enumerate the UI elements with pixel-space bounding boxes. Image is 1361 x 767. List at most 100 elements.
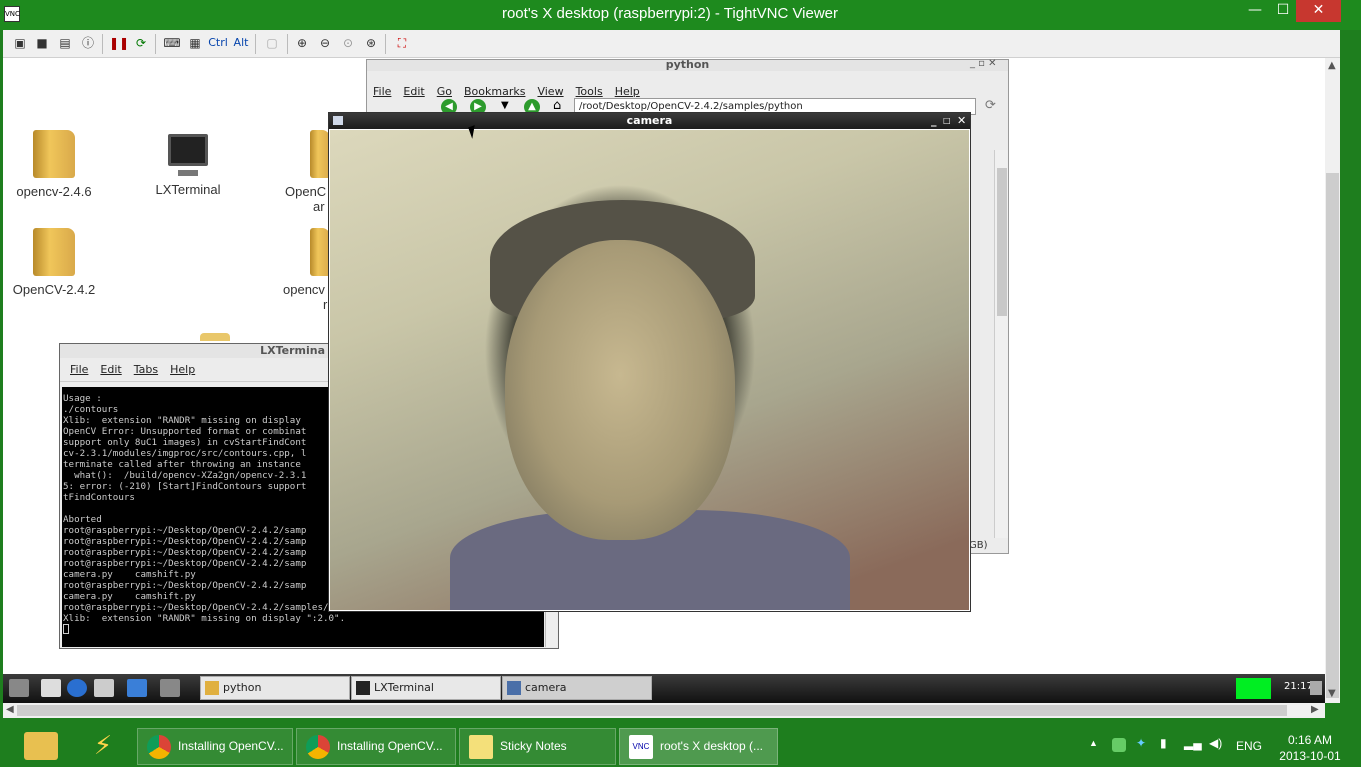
- task-lxterminal[interactable]: LXTerminal: [351, 676, 501, 700]
- window-title: root's X desktop (raspberrypi:2) - Tight…: [501, 5, 839, 22]
- ctrl-key-button[interactable]: Ctrl: [207, 34, 229, 52]
- menu-file[interactable]: File: [70, 363, 88, 376]
- scroll-left-icon[interactable]: ◀: [6, 704, 14, 715]
- workspace-1-icon[interactable]: [127, 679, 147, 697]
- chrome-icon: [306, 735, 330, 759]
- alt-key-button[interactable]: Alt: [232, 34, 250, 52]
- history-dropdown-icon[interactable]: ▼: [501, 100, 509, 111]
- toolbar-separator: [255, 34, 256, 54]
- folder-icon: [205, 681, 219, 695]
- desktop-icon-lxterminal[interactable]: LXTerminal: [143, 130, 233, 197]
- toolbar-separator: [155, 34, 156, 54]
- folder-icon: [200, 333, 230, 341]
- input-language[interactable]: ENG: [1236, 739, 1262, 753]
- zoom-out-icon[interactable]: ⊖: [316, 34, 334, 52]
- scroll-down-icon[interactable]: ▼: [1328, 688, 1336, 699]
- new-connection-icon[interactable]: ▣: [11, 34, 29, 52]
- minimize-button[interactable]: —: [1240, 0, 1270, 22]
- desktop-icon-label: opencv-2.4.6: [16, 184, 92, 199]
- panel-clock[interactable]: 21:17: [1284, 681, 1313, 692]
- ctrl-alt-del-icon[interactable]: ⌨: [163, 34, 181, 52]
- lxde-panel: python LXTerminal camera 21:17: [3, 674, 1325, 703]
- taskbar-item-label: Installing OpenCV...: [337, 739, 443, 753]
- task-python[interactable]: python: [200, 676, 350, 700]
- taskbar-tightvnc[interactable]: VNC root's X desktop (...: [619, 728, 778, 765]
- desktop-icon-label: LXTerminal: [155, 182, 221, 197]
- file-manager-scrollbar[interactable]: [994, 150, 1008, 538]
- options-icon[interactable]: ▤: [56, 34, 74, 52]
- camera-feed: [330, 130, 969, 610]
- scrollbar-thumb[interactable]: [1326, 173, 1339, 698]
- file-manager-status: GB): [969, 540, 988, 551]
- show-desktop-icon[interactable]: [94, 679, 114, 697]
- task-label: camera: [525, 681, 567, 694]
- browser-launcher-icon[interactable]: [67, 679, 87, 697]
- zoom-in-icon[interactable]: ⊕: [293, 34, 311, 52]
- desktop-icon-opencv-242[interactable]: OpenCV-2.4.2: [9, 228, 99, 297]
- folder-icon: [310, 130, 328, 178]
- taskbar-item-label: root's X desktop (...: [660, 739, 764, 753]
- menu-edit[interactable]: Edit: [100, 363, 121, 376]
- vnc-vertical-scrollbar[interactable]: ▲ ▼: [1325, 58, 1340, 703]
- file-manager-window-controls[interactable]: _ ▫ ✕: [970, 58, 997, 69]
- fullscreen-icon[interactable]: ⛶: [393, 34, 411, 52]
- desktop-icon-label: OpenC: [285, 184, 327, 199]
- lightning-app-icon[interactable]: ⚡: [88, 730, 118, 762]
- lock-screen-icon[interactable]: [1310, 681, 1322, 695]
- task-camera[interactable]: camera: [502, 676, 652, 700]
- desktop-icon-opencv-246[interactable]: opencv-2.4.6: [9, 130, 99, 199]
- toolbar-separator: [287, 34, 288, 54]
- go-icon[interactable]: ⟳: [985, 98, 996, 113]
- close-button[interactable]: ✕: [1296, 0, 1341, 22]
- system-clock[interactable]: 0:16 AM 2013-10-01: [1270, 732, 1350, 764]
- menu-tabs[interactable]: Tabs: [134, 363, 158, 376]
- desktop-icon-label: opencv: [283, 282, 325, 297]
- security-icon[interactable]: [1112, 738, 1126, 752]
- maximize-button[interactable]: □: [943, 113, 951, 129]
- taskbar-chrome-2[interactable]: Installing OpenCV...: [296, 728, 456, 765]
- scrollbar-thumb[interactable]: [17, 705, 1287, 716]
- clipboard-icon[interactable]: ▢: [263, 34, 281, 52]
- scroll-up-icon[interactable]: ▲: [1328, 60, 1336, 71]
- dropbox-icon[interactable]: ✦: [1136, 736, 1146, 750]
- task-label: python: [223, 681, 262, 694]
- volume-icon[interactable]: ◀): [1209, 736, 1222, 750]
- info-icon[interactable]: ⓘ: [79, 34, 97, 52]
- vnc-horizontal-scrollbar[interactable]: ◀ ▶: [3, 703, 1325, 718]
- file-manager-launcher-icon[interactable]: [41, 679, 61, 697]
- show-hidden-icons[interactable]: ▲: [1089, 738, 1098, 748]
- taskbar-chrome-1[interactable]: Installing OpenCV...: [137, 728, 293, 765]
- network-icon[interactable]: ▂▄: [1184, 736, 1202, 750]
- save-icon[interactable]: ■: [33, 34, 51, 52]
- taskbar-item-label: Sticky Notes: [500, 739, 567, 753]
- refresh-icon[interactable]: ⟳: [132, 34, 150, 52]
- minimize-button[interactable]: _: [931, 113, 937, 129]
- taskbar-sticky-notes[interactable]: Sticky Notes: [459, 728, 616, 765]
- terminal-icon: [356, 681, 370, 695]
- file-explorer-icon[interactable]: [24, 732, 58, 760]
- desktop-icon-opencv-partial-2[interactable]: opencv r: [268, 228, 328, 312]
- zoom-100-icon[interactable]: ⊙: [339, 34, 357, 52]
- scroll-right-icon[interactable]: ▶: [1311, 704, 1319, 715]
- toolbar-separator: [385, 34, 386, 54]
- scrollbar-thumb[interactable]: [997, 168, 1007, 316]
- window-menu-icon[interactable]: [333, 116, 343, 125]
- remote-desktop[interactable]: opencv-2.4.6 LXTerminal OpenC ar OpenCV-…: [3, 58, 1325, 703]
- desktop-icon-opencv-partial[interactable]: OpenC ar: [268, 130, 328, 214]
- terminal-line: Xlib: extension "RANDR" missing on displ…: [63, 613, 346, 624]
- home-icon[interactable]: ⌂: [553, 98, 561, 113]
- folder-icon: [310, 228, 328, 276]
- power-icon[interactable]: ▮: [1160, 736, 1167, 750]
- pause-icon[interactable]: ❚❚: [109, 34, 129, 52]
- maximize-button[interactable]: ☐: [1268, 0, 1298, 22]
- desktop-icon-label: OpenCV-2.4.2: [12, 282, 96, 297]
- clock-time: 0:16 AM: [1287, 733, 1333, 747]
- workspace-2-icon[interactable]: [160, 679, 180, 697]
- lxde-menu-icon[interactable]: [9, 679, 29, 697]
- menu-help[interactable]: Help: [170, 363, 195, 376]
- camera-titlebar: camera _ □ ✕: [329, 113, 970, 129]
- camera-subject-face: [505, 240, 735, 540]
- send-special-icon[interactable]: ▦: [186, 34, 204, 52]
- close-button[interactable]: ✕: [957, 113, 966, 129]
- zoom-fit-icon[interactable]: ⊛: [362, 34, 380, 52]
